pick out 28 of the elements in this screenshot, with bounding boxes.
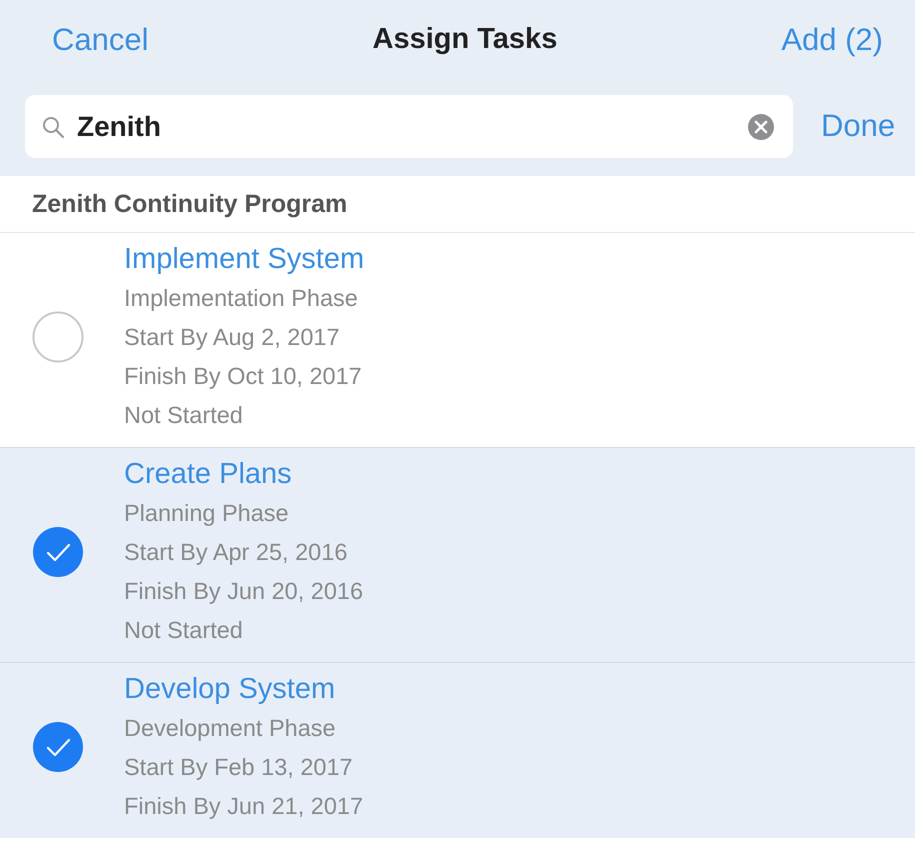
task-detail: Planning Phase [124,498,290,528]
task-title: Create Plans [124,456,293,492]
task-detail: Finish By Oct 10, 2017 [124,362,363,391]
cancel-button[interactable]: Cancel [52,16,148,64]
screen-title: Assign Tasks [372,22,558,58]
task-row[interactable]: Create Plans Planning Phase Start By Apr 25, 2016 Finish By Jun 20, 2016 Not Started [0,446,915,662]
search-icon [41,114,65,138]
task-title: Implement System [124,242,364,276]
task-detail: Finish By Jun 20, 2016 [124,576,364,606]
checked-circle-icon[interactable] [32,721,84,773]
task-detail: Implementation Phase [124,284,359,313]
task-row[interactable]: Implement System Implementation Phase Start By Aug 2, 2017 Finish By Oct 10, 2017 Not Started [0,232,915,446]
task-detail: Start By Feb 13, 2017 [124,752,354,782]
task-detail: Start By Aug 2, 2017 [124,322,341,352]
done-button[interactable]: Done [821,103,896,150]
task-detail: Finish By Jun 21, 2017 [124,792,364,821]
clear-icon[interactable] [747,112,775,140]
checked-circle-icon[interactable] [32,526,84,578]
task-detail: Development Phase [124,714,337,743]
task-detail: Not Started [124,400,244,430]
search-input[interactable]: Zenith [77,106,735,148]
task-title: Develop System [124,672,336,706]
add-button[interactable]: Add (2) [781,16,883,64]
section-header: Zenith Continuity Program [0,176,915,232]
task-detail: Not Started [124,616,244,644]
task-detail: Start By Apr 25, 2016 [124,538,348,567]
search-field[interactable]: Zenith [25,95,793,158]
task-row[interactable]: Develop System Development Phase Start By Feb 13, 2017 Finish By Jun 21, 2017 [0,662,915,838]
